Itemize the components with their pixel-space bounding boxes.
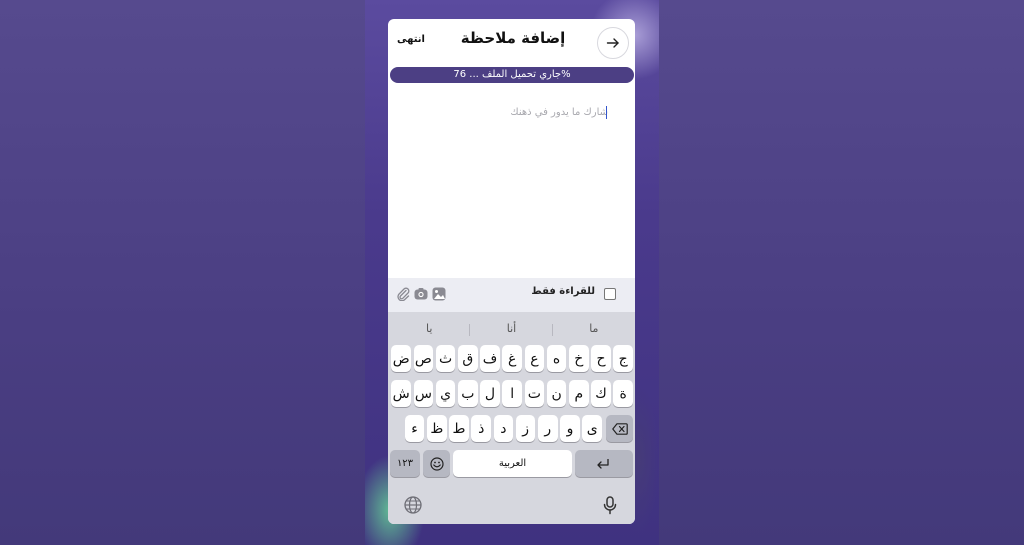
suggestion-item[interactable]: يا	[388, 322, 471, 336]
key-9[interactable]: ء	[404, 415, 425, 442]
image-icon[interactable]	[432, 287, 446, 301]
suggestion-item[interactable]: ما	[553, 322, 635, 335]
key-6[interactable]: ا	[502, 380, 522, 407]
key-6[interactable]: غ	[502, 345, 522, 372]
microphone-icon[interactable]	[600, 495, 620, 515]
key-11[interactable]: ش	[391, 380, 411, 407]
key-1[interactable]: ج	[613, 345, 633, 372]
background-left	[0, 0, 365, 545]
key-4[interactable]: ز	[515, 415, 536, 442]
key-2[interactable]: و	[560, 415, 580, 442]
key-3[interactable]: م	[569, 380, 589, 407]
key-8[interactable]: ظ	[427, 415, 447, 442]
back-button[interactable]	[597, 27, 629, 59]
note-placeholder: شارك ما يدور في ذهنك	[510, 107, 608, 118]
key-1[interactable]: ة	[613, 380, 633, 407]
key-2[interactable]: ح	[591, 345, 611, 372]
emoji-icon	[429, 456, 444, 471]
return-icon	[597, 458, 609, 469]
upload-progress-bar: جاري تحميل الملف ... 76%	[390, 67, 634, 83]
numbers-key[interactable]: ١٢٣	[390, 450, 420, 477]
note-toolbar: للقراءة فقط	[388, 278, 635, 312]
key-5[interactable]: ع	[524, 345, 545, 372]
suggestion-bar: ما أنا يا	[388, 312, 635, 344]
page-title: إضافة ملاحظة	[460, 29, 566, 47]
sheet-header: انتهى إضافة ملاحظة	[388, 19, 635, 65]
key-3[interactable]: خ	[569, 345, 589, 372]
emoji-key[interactable]	[423, 450, 450, 477]
suggestion-item[interactable]: أنا	[470, 322, 554, 336]
delete-key[interactable]	[606, 415, 633, 442]
key-8[interactable]: ق	[458, 345, 478, 372]
key-5[interactable]: ت	[524, 380, 545, 407]
key-4[interactable]: ن	[546, 380, 567, 407]
text-caret	[606, 106, 607, 119]
key-9[interactable]: ي	[435, 380, 456, 407]
delete-icon	[611, 422, 628, 435]
key-5[interactable]: د	[493, 415, 514, 442]
camera-icon[interactable]	[414, 287, 428, 301]
readonly-label: للقراءة فقط	[531, 286, 595, 297]
key-2[interactable]: ك	[591, 380, 611, 407]
key-7[interactable]: ف	[480, 345, 500, 372]
return-key[interactable]	[575, 450, 633, 477]
arrow-right-icon	[606, 38, 619, 48]
key-6[interactable]: ذ	[471, 415, 491, 442]
key-7[interactable]: ل	[480, 380, 500, 407]
space-key[interactable]: العربية	[453, 450, 572, 477]
note-text-area[interactable]: شارك ما يدور في ذهنك	[388, 85, 635, 278]
readonly-checkbox[interactable]	[604, 288, 616, 300]
add-note-sheet: انتهى إضافة ملاحظة جاري تحميل الملف ... …	[388, 19, 635, 524]
key-11[interactable]: ض	[391, 345, 411, 372]
key-8[interactable]: ب	[458, 380, 478, 407]
key-10[interactable]: س	[413, 380, 434, 407]
arabic-keyboard: ما أنا يا جحخهعغفقثصض ةكمنتالبيسش ىورزدذ…	[388, 312, 635, 524]
key-9[interactable]: ث	[435, 345, 456, 372]
done-button[interactable]: انتهى	[397, 34, 425, 45]
keyboard-bottom-bar	[388, 487, 635, 524]
paperclip-icon[interactable]	[396, 287, 410, 301]
key-1[interactable]: ى	[582, 415, 602, 442]
background-right	[659, 0, 1024, 545]
key-4[interactable]: ه	[546, 345, 567, 372]
key-3[interactable]: ر	[538, 415, 558, 442]
globe-icon[interactable]	[403, 495, 423, 515]
key-7[interactable]: ط	[449, 415, 469, 442]
key-10[interactable]: ص	[413, 345, 434, 372]
